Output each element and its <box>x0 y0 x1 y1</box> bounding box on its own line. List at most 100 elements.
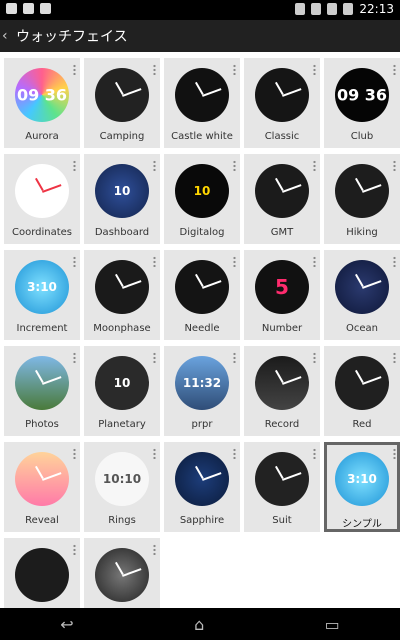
watch-face-tile[interactable]: Record <box>244 346 320 436</box>
clock-hand <box>362 376 382 385</box>
watch-face-preview: 3:10 <box>335 452 389 506</box>
overflow-menu-icon[interactable] <box>393 448 396 459</box>
watch-face-label: Sapphire <box>179 515 225 526</box>
watch-face-tile[interactable] <box>4 538 80 608</box>
watch-face-tile[interactable]: 10 Digitalog <box>164 154 240 244</box>
watch-face-label: Moonphase <box>93 323 151 334</box>
clock-hand <box>195 273 204 287</box>
overflow-menu-icon[interactable] <box>393 64 396 75</box>
back-icon[interactable]: ↩ <box>60 615 73 634</box>
overflow-menu-icon[interactable] <box>233 256 236 267</box>
home-icon[interactable]: ⌂ <box>194 615 204 634</box>
overflow-menu-icon[interactable] <box>233 352 236 363</box>
watch-face-digits: 09 36 <box>16 85 68 105</box>
watch-face-tile[interactable]: Coordinates <box>4 154 80 244</box>
watch-face-tile[interactable]: 09 36 Aurora <box>4 58 80 148</box>
overflow-menu-icon[interactable] <box>73 352 76 363</box>
clock-hand <box>115 561 124 575</box>
overflow-menu-icon[interactable] <box>153 448 156 459</box>
overflow-menu-icon[interactable] <box>73 448 76 459</box>
watch-face-tile[interactable]: Moonphase <box>84 250 160 340</box>
watch-face-tile[interactable]: 3:10 Increment <box>4 250 80 340</box>
overflow-menu-icon[interactable] <box>73 160 76 171</box>
watch-face-tile[interactable]: Needle <box>164 250 240 340</box>
watch-face-tile[interactable]: Ocean <box>324 250 400 340</box>
watch-face-preview: 11:32 <box>175 356 229 410</box>
watch-face-preview <box>175 68 229 122</box>
overflow-menu-icon[interactable] <box>73 544 76 555</box>
watch-face-tile[interactable]: Suit <box>244 442 320 532</box>
navigation-bar: ↩ ⌂ ▭ <box>0 608 400 640</box>
watch-face-tile[interactable]: 3:10 シンプル <box>324 442 400 532</box>
clock-hand <box>362 280 382 289</box>
clock-hand <box>362 184 382 193</box>
watch-face-label: Number <box>261 323 303 334</box>
watch-face-tile[interactable]: Red <box>324 346 400 436</box>
chevron-left-icon[interactable]: ‹ <box>0 28 16 44</box>
watch-face-label: Needle <box>184 323 220 334</box>
watch-face-tile[interactable]: ワールドク <box>84 538 160 608</box>
watch-face-tile[interactable]: Hiking <box>324 154 400 244</box>
overflow-menu-icon[interactable] <box>393 160 396 171</box>
watch-face-tile[interactable]: 5 Number <box>244 250 320 340</box>
clock-hand <box>42 376 62 385</box>
wifi-icon <box>311 3 322 15</box>
watch-face-preview <box>335 164 389 218</box>
watch-face-tile[interactable]: Sapphire <box>164 442 240 532</box>
watch-face-tile[interactable]: Photos <box>4 346 80 436</box>
overflow-menu-icon[interactable] <box>153 352 156 363</box>
clock-hand <box>355 369 364 383</box>
watch-face-tile[interactable]: Camping <box>84 58 160 148</box>
clock-hand <box>35 177 44 191</box>
overflow-menu-icon[interactable] <box>233 448 236 459</box>
watch-face-tile[interactable]: 09 36 Club <box>324 58 400 148</box>
overflow-menu-icon[interactable] <box>313 256 316 267</box>
watch-face-label: Suit <box>272 515 292 526</box>
overflow-menu-icon[interactable] <box>73 256 76 267</box>
watch-face-preview <box>255 68 309 122</box>
watch-face-tile[interactable]: 10:10 Rings <box>84 442 160 532</box>
watch-face-preview <box>175 260 229 314</box>
overflow-menu-icon[interactable] <box>313 160 316 171</box>
watch-face-label: Reveal <box>25 515 59 526</box>
clock-hand <box>42 184 62 193</box>
watch-face-preview <box>255 356 309 410</box>
clock-hand <box>195 465 204 479</box>
page-title: ウォッチフェイス <box>16 29 128 45</box>
clock-hand <box>115 81 124 95</box>
watch-face-digits: 10 <box>193 184 211 198</box>
watch-face-preview <box>255 164 309 218</box>
watch-face-tile[interactable]: 11:32 prpr <box>164 346 240 436</box>
overflow-menu-icon[interactable] <box>393 352 396 363</box>
watch-face-tile[interactable]: 10 Planetary <box>84 346 160 436</box>
clock-hand <box>195 81 204 95</box>
watch-face-label: シンプル <box>342 519 382 530</box>
overflow-menu-icon[interactable] <box>233 160 236 171</box>
notification-icon <box>23 3 34 14</box>
clock-hand <box>282 376 302 385</box>
watch-face-digits: 5 <box>275 275 289 299</box>
overflow-menu-icon[interactable] <box>153 160 156 171</box>
overflow-menu-icon[interactable] <box>233 64 236 75</box>
overflow-menu-icon[interactable] <box>153 544 156 555</box>
watch-face-tile[interactable]: Classic <box>244 58 320 148</box>
overflow-menu-icon[interactable] <box>313 64 316 75</box>
watch-face-tile[interactable]: GMT <box>244 154 320 244</box>
recents-icon[interactable]: ▭ <box>325 615 340 634</box>
watch-face-grid: 09 36 Aurora Camping Castle white Classic 09 … <box>0 52 400 608</box>
watch-face-preview: 10 <box>95 356 149 410</box>
overflow-menu-icon[interactable] <box>153 256 156 267</box>
overflow-menu-icon[interactable] <box>313 448 316 459</box>
watch-face-preview <box>15 356 69 410</box>
overflow-menu-icon[interactable] <box>313 352 316 363</box>
overflow-menu-icon[interactable] <box>73 64 76 75</box>
watch-face-preview <box>95 260 149 314</box>
clock-hand <box>122 568 142 577</box>
overflow-menu-icon[interactable] <box>153 64 156 75</box>
watch-face-tile[interactable]: Castle white <box>164 58 240 148</box>
overflow-menu-icon[interactable] <box>393 256 396 267</box>
watch-face-tile[interactable]: 10 Dashboard <box>84 154 160 244</box>
clock-hand <box>355 177 364 191</box>
clock-hand <box>202 280 222 289</box>
watch-face-tile[interactable]: Reveal <box>4 442 80 532</box>
